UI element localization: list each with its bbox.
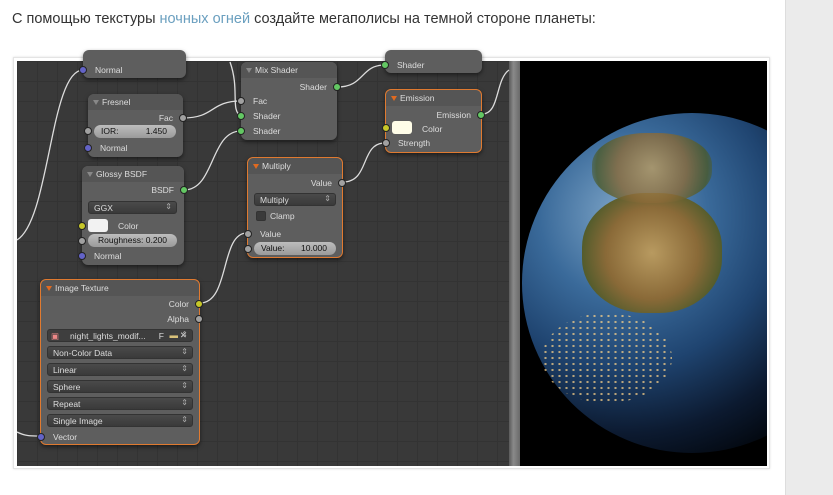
strength-label: Strength (398, 138, 431, 148)
interpolation-dropdown[interactable]: Linear (47, 363, 193, 376)
normal-label: Normal (94, 251, 122, 261)
color-label: Color (118, 221, 139, 231)
roughness-socket[interactable] (78, 237, 86, 245)
bsdf-socket[interactable] (180, 186, 188, 194)
value-in-label: Value (260, 229, 282, 239)
shader-label: Shader (397, 60, 425, 70)
ior-field[interactable]: IOR: 1.450 (94, 125, 176, 138)
image-browse-icon[interactable]: ▣ (51, 331, 59, 342)
node-mix-shader[interactable]: Mix Shader Shader Fac Shader Shader (237, 62, 341, 140)
bsdf-label: BSDF (151, 185, 174, 195)
right-sidebar (785, 0, 833, 495)
node-glossy-bsdf[interactable]: Glossy BSDF BSDF GGX Color Roughness: 0.… (78, 166, 188, 265)
shader-socket[interactable] (381, 61, 389, 69)
fake-user-button[interactable]: F (159, 331, 164, 341)
emission-label: Emission (436, 110, 471, 120)
strength-socket[interactable] (382, 139, 390, 147)
source-dropdown[interactable]: Single Image (47, 414, 193, 427)
multiply-header[interactable]: Multiply (248, 158, 342, 174)
color-swatch[interactable] (392, 121, 412, 134)
open-folder-icon[interactable]: ▬ (170, 330, 179, 340)
vector-socket[interactable] (37, 433, 45, 441)
glossy-header[interactable]: Glossy BSDF (82, 166, 184, 182)
color-out-label: Color (168, 299, 189, 309)
color-swatch[interactable] (88, 219, 108, 232)
node-multiply[interactable]: Multiply Value Multiply Clamp Value Valu… (244, 157, 346, 258)
shader1-label: Shader (253, 111, 281, 121)
image-header[interactable]: Image Texture (41, 280, 199, 296)
earth-render (522, 113, 767, 453)
normal-socket[interactable] (78, 252, 86, 260)
render-view (520, 61, 767, 466)
value-field[interactable]: Value: 10.000 (254, 242, 336, 255)
color-out-socket[interactable] (195, 300, 203, 308)
color-socket[interactable] (78, 222, 86, 230)
alpha-socket[interactable] (195, 315, 203, 323)
emission-socket[interactable] (477, 111, 485, 119)
fac-label: Fac (158, 113, 173, 123)
node-top-left[interactable]: Normal (79, 50, 186, 78)
fac-label: Fac (253, 96, 268, 106)
normal-label: Normal (100, 143, 128, 153)
value-in-socket[interactable] (244, 230, 252, 238)
node-image-texture[interactable]: Image Texture Color Alpha ▣ night_lights… (37, 279, 203, 445)
clamp-label: Clamp (270, 211, 295, 221)
color-space-dropdown[interactable]: Non-Color Data (47, 346, 193, 359)
projection-dropdown[interactable]: Sphere (47, 380, 193, 393)
color-label: Color (422, 124, 443, 134)
close-icon[interactable]: ✕ (180, 330, 187, 341)
shader1-socket[interactable] (237, 112, 245, 120)
alpha-label: Alpha (167, 314, 189, 324)
shader2-label: Shader (253, 126, 281, 136)
shader-out-label: Shader (299, 82, 327, 92)
shader2-socket[interactable] (237, 127, 245, 135)
color-socket[interactable] (382, 124, 390, 132)
value-out-socket[interactable] (338, 179, 346, 187)
fac-socket[interactable] (237, 97, 245, 105)
node-fresnel[interactable]: Fresnel Fac IOR: 1.450 Normal (84, 94, 187, 157)
night-lights-link[interactable]: ночных огней (160, 11, 251, 27)
shader-out-socket[interactable] (333, 83, 341, 91)
roughness-field[interactable]: Roughness: 0.200 (88, 234, 177, 247)
vector-label: Vector (53, 432, 78, 442)
extension-dropdown[interactable]: Repeat (47, 397, 193, 410)
operation-dropdown[interactable]: Multiply (254, 193, 336, 206)
node-emission[interactable]: Emission Emission Color Strength (382, 89, 485, 153)
file-name[interactable]: night_lights_modif... (70, 331, 146, 341)
intro-text: С помощью текстуры ночных огней создайте… (12, 11, 596, 27)
value-out-label: Value (310, 178, 332, 188)
node-top-right[interactable]: Shader (381, 50, 482, 73)
intro-after: создайте мегаполисы на темной стороне пл… (250, 11, 596, 27)
area-separator[interactable] (509, 61, 520, 466)
image-file-selector[interactable]: ▣ night_lights_modif... F ▬ ✕ (47, 329, 193, 342)
normal-label: Normal (95, 65, 123, 75)
fac-socket[interactable] (179, 114, 187, 122)
mix-header[interactable]: Mix Shader (241, 62, 337, 78)
value-socket[interactable] (244, 245, 252, 253)
distribution-dropdown[interactable]: GGX (88, 201, 177, 214)
intro-before: С помощью текстуры (12, 11, 160, 27)
emission-header[interactable]: Emission (386, 90, 481, 106)
clamp-checkbox[interactable] (256, 211, 266, 221)
normal-socket[interactable] (79, 66, 87, 74)
fresnel-header[interactable]: Fresnel (88, 94, 183, 110)
ior-socket[interactable] (84, 127, 92, 135)
normal-socket[interactable] (84, 144, 92, 152)
